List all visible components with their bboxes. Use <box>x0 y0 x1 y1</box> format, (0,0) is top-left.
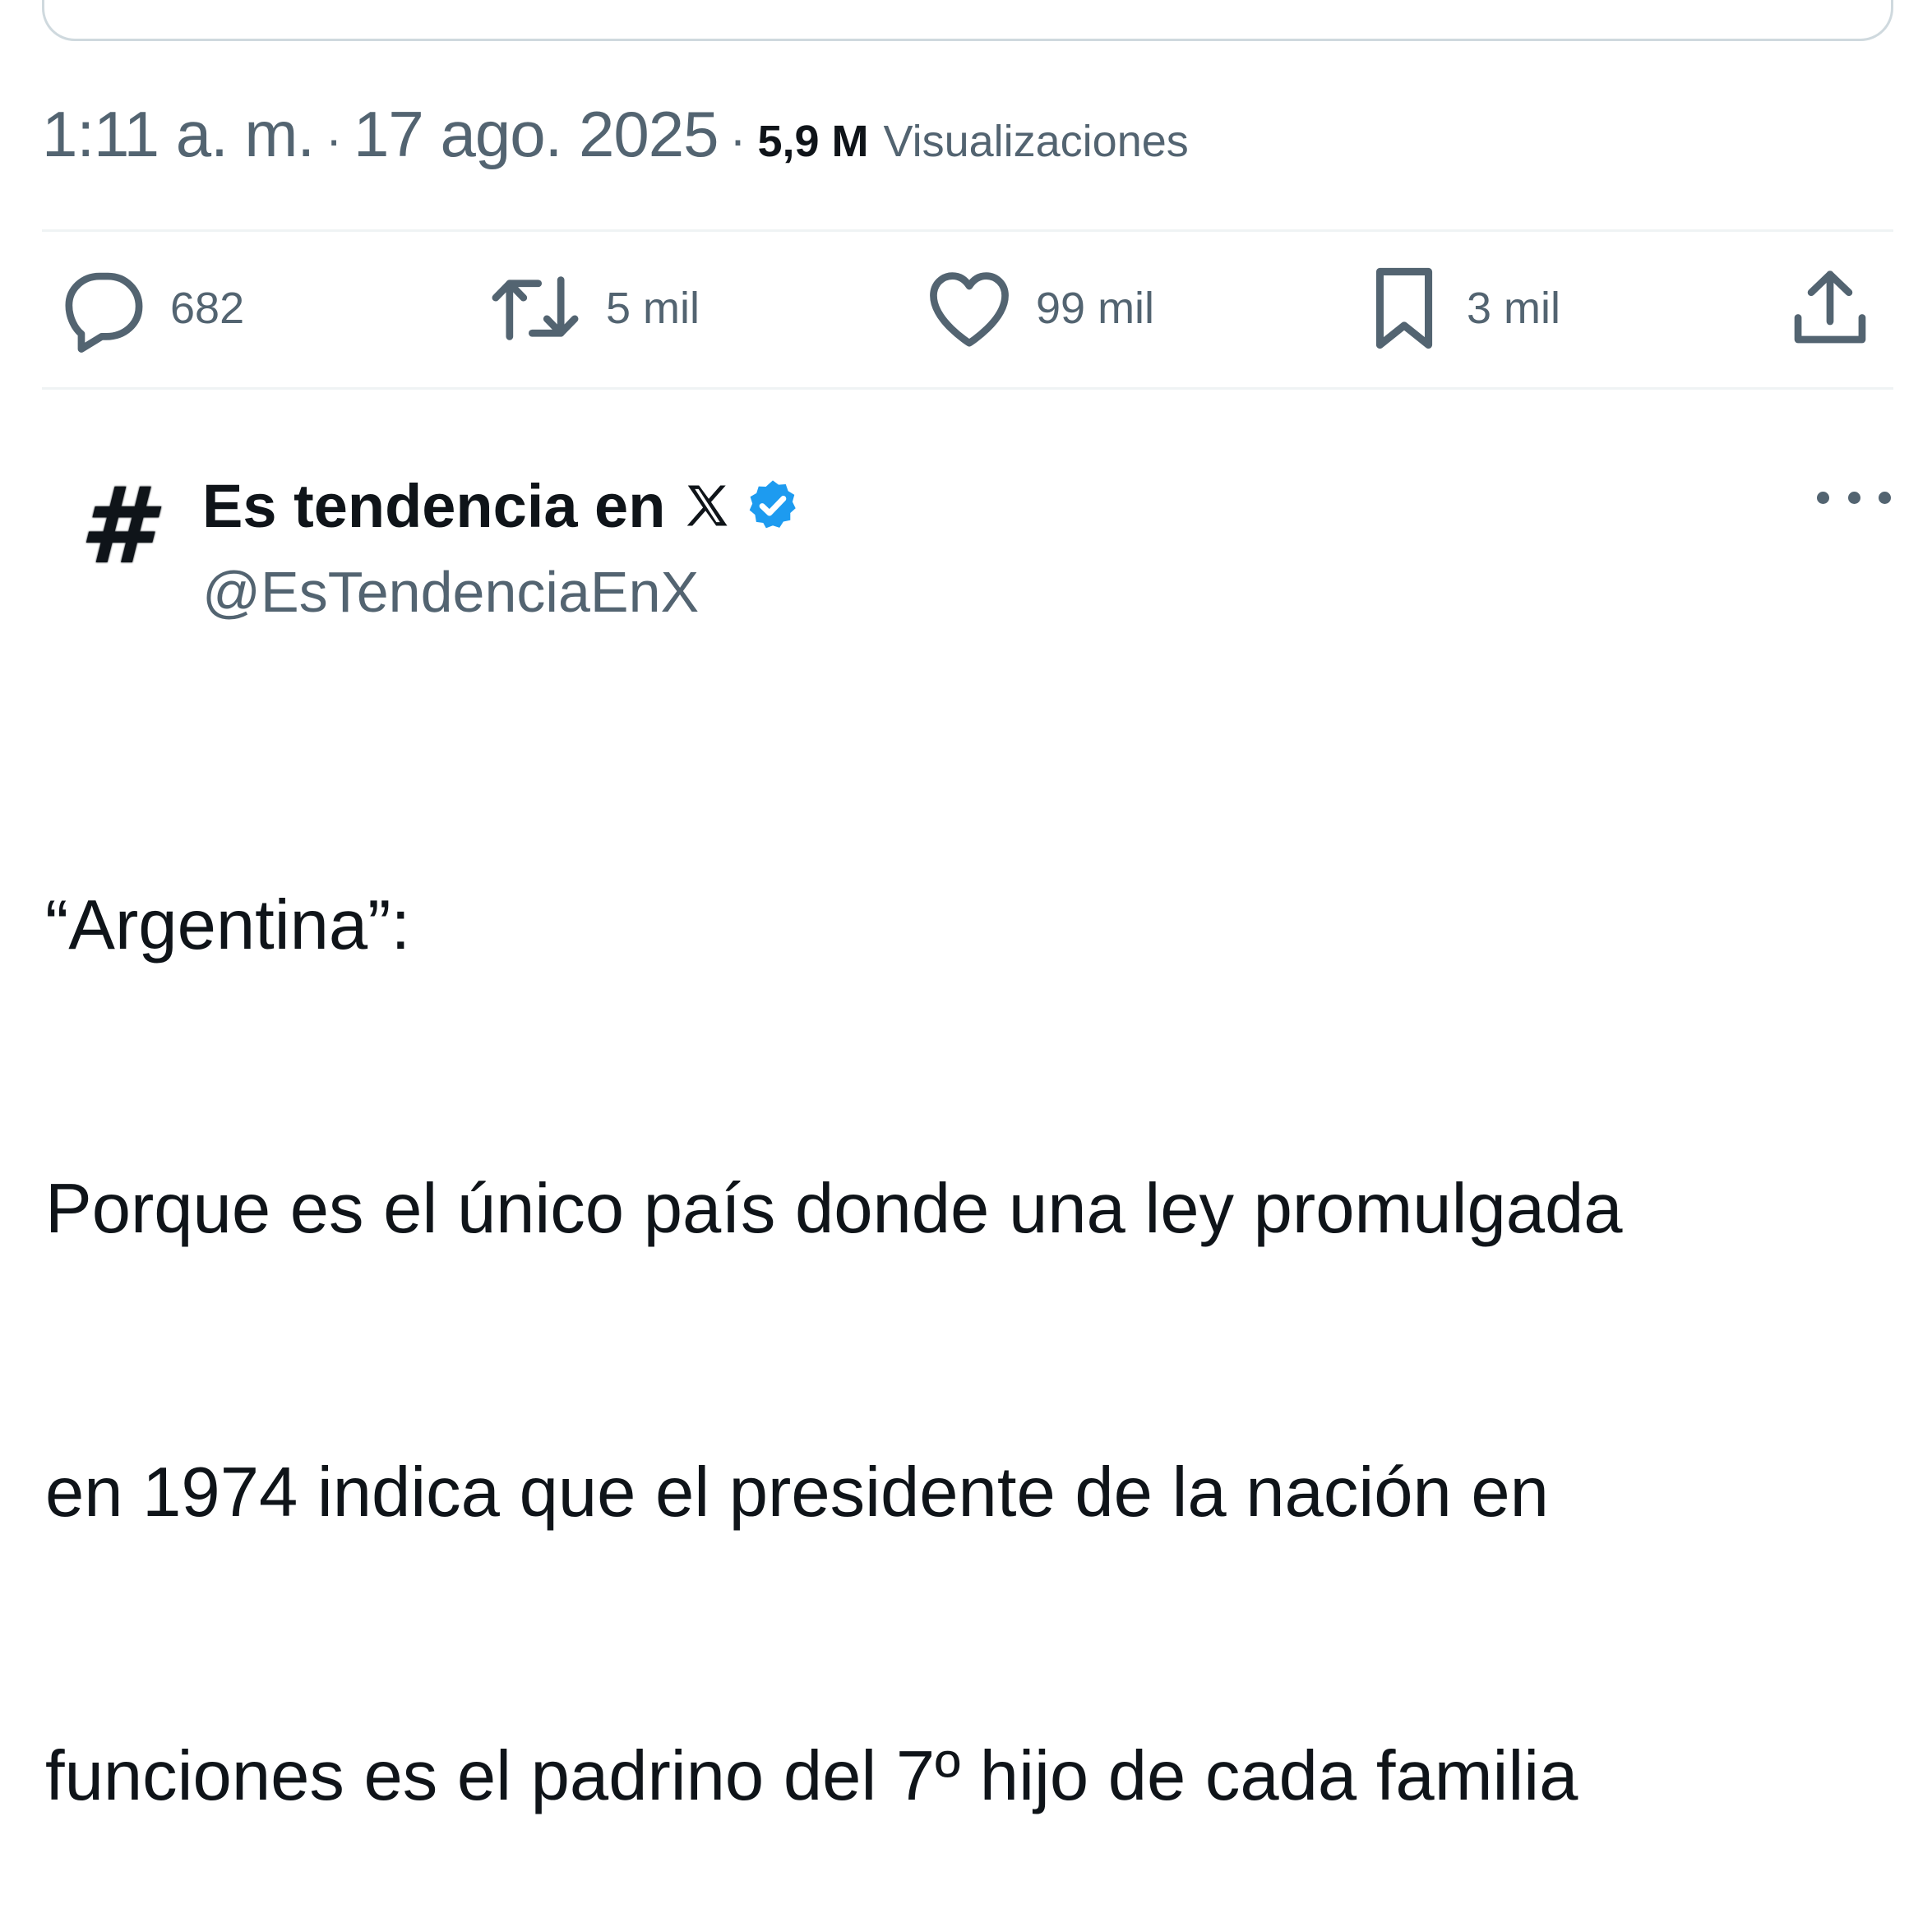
retweet-count: 5 mil <box>606 284 700 333</box>
reply-icon <box>58 263 149 354</box>
action-bar: 682 5 mil 99 mil 3 mil <box>42 263 1893 354</box>
tweet-metadata: 1:11 a. m. · 17 ago. 2025 · 5,9 M Visual… <box>42 97 1189 171</box>
tweet-line: Porque es el único país donde una ley pr… <box>45 1170 1623 1248</box>
bookmark-count: 3 mil <box>1467 284 1561 333</box>
share-button[interactable] <box>1785 263 1875 354</box>
retweet-icon <box>486 263 585 354</box>
tweet-line: en 1974 indica que el presidente de la n… <box>45 1454 1549 1532</box>
share-icon <box>1785 263 1875 354</box>
more-dot <box>1817 491 1829 504</box>
divider <box>42 229 1893 232</box>
more-icon[interactable] <box>1817 473 1891 522</box>
bookmark-icon <box>1363 263 1445 354</box>
more-dot <box>1879 491 1891 504</box>
bookmark-button[interactable]: 3 mil <box>1363 263 1560 354</box>
like-icon <box>924 263 1015 354</box>
reply-count: 682 <box>170 284 245 333</box>
author-handle[interactable]: @EsTendenciaEnX <box>202 559 699 625</box>
tweet-date[interactable]: 17 ago. 2025 <box>354 97 719 172</box>
like-button[interactable]: 99 mil <box>924 263 1154 354</box>
quoted-card-edge[interactable] <box>42 0 1893 41</box>
tweet-line: “Argentina”: <box>45 886 411 964</box>
divider <box>42 387 1893 390</box>
author-name[interactable]: Es tendencia en <box>202 471 665 541</box>
tweet-time[interactable]: 1:11 a. m. <box>42 97 315 172</box>
author-name-row[interactable]: Es tendencia en <box>202 464 802 547</box>
views-label[interactable]: Visualizaciones <box>884 116 1189 167</box>
like-count: 99 mil <box>1036 284 1155 333</box>
verified-badge-icon[interactable] <box>744 477 802 534</box>
views-count: 5,9 M <box>757 117 869 166</box>
more-dot <box>1847 491 1860 504</box>
x-logo-icon <box>682 480 733 531</box>
tweet-line: funciones es el padrino del 7º hijo de c… <box>45 1737 1578 1815</box>
retweet-button[interactable]: 5 mil <box>486 263 700 354</box>
reply-button[interactable]: 682 <box>58 263 244 354</box>
avatar[interactable]: # <box>54 464 178 588</box>
tweet-text: “Argentina”: Porque es el único país don… <box>45 689 1895 1918</box>
meta-separator: · <box>729 112 746 167</box>
meta-separator: · <box>326 112 343 167</box>
